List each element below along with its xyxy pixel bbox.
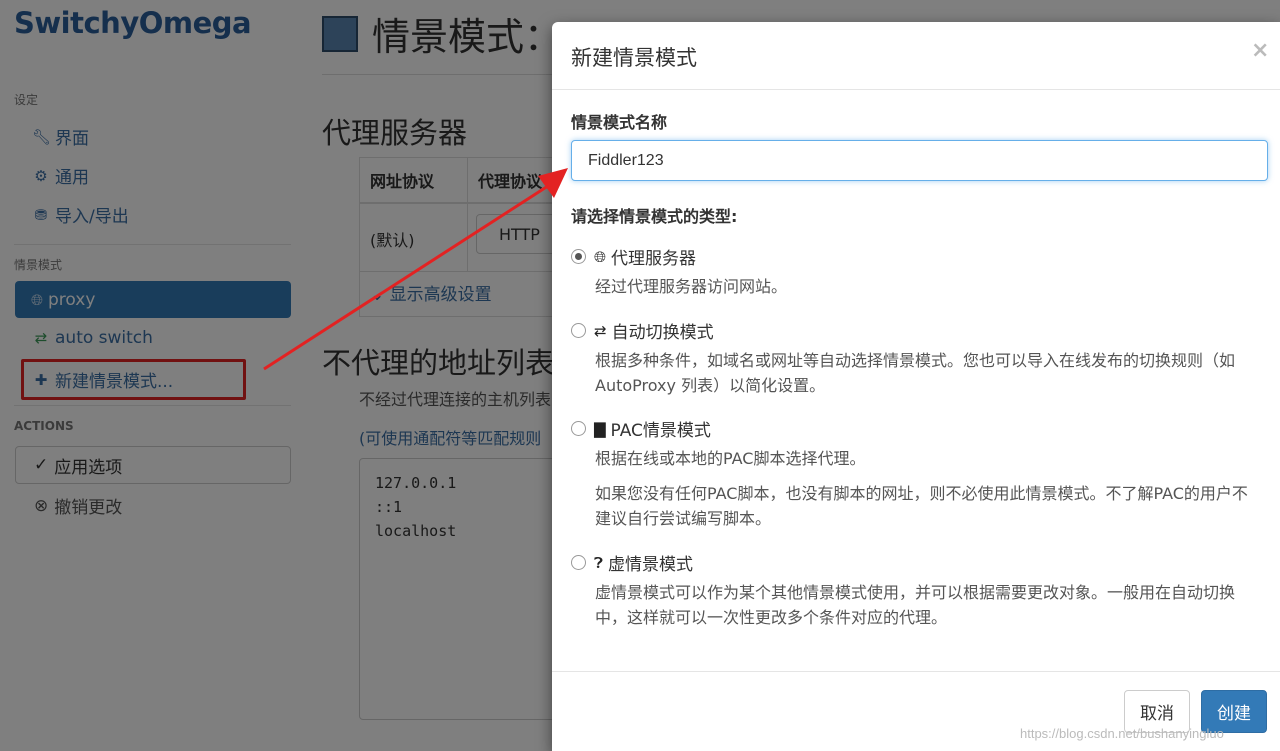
file-icon: ▇ [594,419,606,438]
radio-virtual[interactable] [571,555,586,570]
profile-name-input[interactable] [571,140,1268,181]
option-description-note: 如果您没有任何PAC脚本，也没有脚本的网址，则不必使用此情景模式。不了解PAC的… [595,484,1248,528]
modal-header: 新建情景模式 × [552,22,1280,90]
profile-name-label: 情景模式名称 [571,113,668,132]
option-name: 虚情景模式 [608,555,694,575]
option-description: 根据在线或本地的PAC脚本选择代理。 [595,449,866,468]
profile-type-label: 请选择情景模式的类型: [571,207,738,226]
option-description: 根据多种条件，如域名或网址等自动选择情景模式。您也可以导入在线发布的切换规则（如… [595,351,1236,395]
question-circle-icon: ❓︎ [594,553,604,572]
switch-icon: ⇄ [594,321,607,340]
watermark: https://blog.csdn.net/bushanyingluo [1020,726,1224,741]
modal-title: 新建情景模式 [571,46,697,70]
radio-proxy-server[interactable] [571,249,586,264]
option-name: PAC情景模式 [610,421,711,441]
option-name: 代理服务器 [611,249,697,269]
globe-icon: 🌐︎ [594,247,607,266]
option-name: 自动切换模式 [611,323,714,343]
new-profile-dialog: 新建情景模式 × 情景模式名称 请选择情景模式的类型: 🌐︎代理服务器 经过代理… [552,22,1280,751]
option-auto-switch[interactable]: ⇄ 自动切换模式 根据多种条件，如域名或网址等自动选择情景模式。您也可以导入在线发… [571,318,1255,398]
option-pac[interactable]: ▇ PAC情景模式 根据在线或本地的PAC脚本选择代理。 如果您没有任何PAC脚本… [571,416,1255,531]
radio-auto-switch[interactable] [571,323,586,338]
option-virtual[interactable]: ❓︎ 虚情景模式 虚情景模式可以作为某个其他情景模式使用，并可以根据需要更改对象。… [571,550,1255,630]
radio-pac[interactable] [571,421,586,436]
option-proxy-server[interactable]: 🌐︎ 代理服务器 经过代理服务器访问网站。 [571,244,1255,299]
close-icon[interactable]: × [1251,38,1269,63]
option-description: 虚情景模式可以作为某个其他情景模式使用，并可以根据需要更改对象。一般用在自动切换… [595,583,1236,627]
option-description: 经过代理服务器访问网站。 [595,277,788,296]
